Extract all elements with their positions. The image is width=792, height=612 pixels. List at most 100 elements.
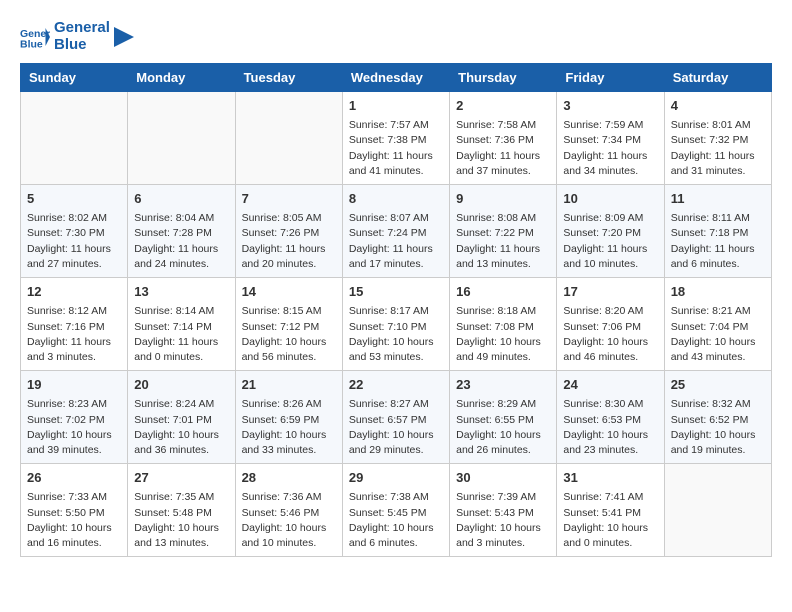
day-number: 16 <box>456 283 550 301</box>
day-number: 29 <box>349 469 443 487</box>
day-cell: 6 Sunrise: 8:04 AM Sunset: 7:28 PM Daylig… <box>128 185 235 278</box>
day-number: 15 <box>349 283 443 301</box>
day-number: 30 <box>456 469 550 487</box>
day-info: Sunrise: 7:39 AM Sunset: 5:43 PM Dayligh… <box>456 490 550 551</box>
day-info: Sunrise: 8:09 AM Sunset: 7:20 PM Dayligh… <box>563 211 657 272</box>
day-cell: 11 Sunrise: 8:11 AM Sunset: 7:18 PM Dayli… <box>664 185 771 278</box>
day-number: 23 <box>456 376 550 394</box>
weekday-thursday: Thursday <box>450 64 557 92</box>
day-number: 4 <box>671 97 765 115</box>
day-number: 10 <box>563 190 657 208</box>
logo-blue: Blue <box>54 37 110 54</box>
day-number: 22 <box>349 376 443 394</box>
day-cell: 17Sunrise: 8:20 AM Sunset: 7:06 PM Dayli… <box>557 278 664 371</box>
day-number: 5 <box>27 190 121 208</box>
day-cell: 20 Sunrise: 8:24 AM Sunset: 7:01 PM Dayli… <box>128 371 235 464</box>
day-cell: 12 Sunrise: 8:12 AM Sunset: 7:16 PM Dayli… <box>21 278 128 371</box>
svg-text:Blue: Blue <box>20 38 43 49</box>
week-row-1: 1 Sunrise: 7:57 AM Sunset: 7:38 PM Daylig… <box>21 92 772 185</box>
day-info: Sunrise: 7:57 AM Sunset: 7:38 PM Dayligh… <box>349 118 443 179</box>
calendar-table: SundayMondayTuesdayWednesdayThursdayFrid… <box>20 63 772 557</box>
day-number: 27 <box>134 469 228 487</box>
page-header: General Blue General Blue <box>20 20 772 53</box>
week-row-3: 12 Sunrise: 8:12 AM Sunset: 7:16 PM Dayli… <box>21 278 772 371</box>
day-cell: 27 Sunrise: 7:35 AM Sunset: 5:48 PM Dayli… <box>128 464 235 557</box>
day-info: Sunrise: 8:32 AM Sunset: 6:52 PM Dayligh… <box>671 397 765 458</box>
day-cell <box>664 464 771 557</box>
day-info: Sunrise: 8:24 AM Sunset: 7:01 PM Dayligh… <box>134 397 228 458</box>
day-cell: 13 Sunrise: 8:14 AM Sunset: 7:14 PM Dayli… <box>128 278 235 371</box>
day-info: Sunrise: 8:08 AM Sunset: 7:22 PM Dayligh… <box>456 211 550 272</box>
day-cell: 7 Sunrise: 8:05 AM Sunset: 7:26 PM Daylig… <box>235 185 342 278</box>
day-info: Sunrise: 7:33 AM Sunset: 5:50 PM Dayligh… <box>27 490 121 551</box>
day-cell: 28 Sunrise: 7:36 AM Sunset: 5:46 PM Dayli… <box>235 464 342 557</box>
day-info: Sunrise: 8:07 AM Sunset: 7:24 PM Dayligh… <box>349 211 443 272</box>
day-number: 19 <box>27 376 121 394</box>
logo-icon: General Blue <box>20 25 50 49</box>
day-cell: 4Sunrise: 8:01 AM Sunset: 7:32 PM Daylig… <box>664 92 771 185</box>
day-number: 31 <box>563 469 657 487</box>
day-number: 20 <box>134 376 228 394</box>
weekday-sunday: Sunday <box>21 64 128 92</box>
day-number: 17 <box>563 283 657 301</box>
day-cell: 2Sunrise: 7:58 AM Sunset: 7:36 PM Daylig… <box>450 92 557 185</box>
day-cell: 8 Sunrise: 8:07 AM Sunset: 7:24 PM Daylig… <box>342 185 449 278</box>
day-info: Sunrise: 8:02 AM Sunset: 7:30 PM Dayligh… <box>27 211 121 272</box>
day-cell: 9 Sunrise: 8:08 AM Sunset: 7:22 PM Daylig… <box>450 185 557 278</box>
day-cell: 5 Sunrise: 8:02 AM Sunset: 7:30 PM Daylig… <box>21 185 128 278</box>
weekday-friday: Friday <box>557 64 664 92</box>
day-info: Sunrise: 7:35 AM Sunset: 5:48 PM Dayligh… <box>134 490 228 551</box>
week-row-4: 19 Sunrise: 8:23 AM Sunset: 7:02 PM Dayli… <box>21 371 772 464</box>
day-cell <box>235 92 342 185</box>
day-cell: 16Sunrise: 8:18 AM Sunset: 7:08 PM Dayli… <box>450 278 557 371</box>
calendar-body: 1 Sunrise: 7:57 AM Sunset: 7:38 PM Daylig… <box>21 92 772 557</box>
day-cell: 23Sunrise: 8:29 AM Sunset: 6:55 PM Dayli… <box>450 371 557 464</box>
day-number: 8 <box>349 190 443 208</box>
day-info: Sunrise: 8:23 AM Sunset: 7:02 PM Dayligh… <box>27 397 121 458</box>
day-cell: 19 Sunrise: 8:23 AM Sunset: 7:02 PM Dayli… <box>21 371 128 464</box>
day-number: 9 <box>456 190 550 208</box>
weekday-header-row: SundayMondayTuesdayWednesdayThursdayFrid… <box>21 64 772 92</box>
day-info: Sunrise: 8:11 AM Sunset: 7:18 PM Dayligh… <box>671 211 765 272</box>
day-number: 28 <box>242 469 336 487</box>
day-info: Sunrise: 8:12 AM Sunset: 7:16 PM Dayligh… <box>27 304 121 365</box>
day-info: Sunrise: 8:14 AM Sunset: 7:14 PM Dayligh… <box>134 304 228 365</box>
day-info: Sunrise: 8:05 AM Sunset: 7:26 PM Dayligh… <box>242 211 336 272</box>
weekday-saturday: Saturday <box>664 64 771 92</box>
weekday-wednesday: Wednesday <box>342 64 449 92</box>
day-number: 14 <box>242 283 336 301</box>
day-number: 11 <box>671 190 765 208</box>
day-info: Sunrise: 7:36 AM Sunset: 5:46 PM Dayligh… <box>242 490 336 551</box>
day-cell: 15 Sunrise: 8:17 AM Sunset: 7:10 PM Dayli… <box>342 278 449 371</box>
day-number: 1 <box>349 97 443 115</box>
day-info: Sunrise: 7:58 AM Sunset: 7:36 PM Dayligh… <box>456 118 550 179</box>
day-cell: 30 Sunrise: 7:39 AM Sunset: 5:43 PM Dayli… <box>450 464 557 557</box>
day-number: 7 <box>242 190 336 208</box>
week-row-5: 26Sunrise: 7:33 AM Sunset: 5:50 PM Dayli… <box>21 464 772 557</box>
day-info: Sunrise: 8:30 AM Sunset: 6:53 PM Dayligh… <box>563 397 657 458</box>
day-cell: 29 Sunrise: 7:38 AM Sunset: 5:45 PM Dayli… <box>342 464 449 557</box>
day-cell <box>128 92 235 185</box>
day-number: 21 <box>242 376 336 394</box>
day-cell: 22 Sunrise: 8:27 AM Sunset: 6:57 PM Dayli… <box>342 371 449 464</box>
day-cell: 21Sunrise: 8:26 AM Sunset: 6:59 PM Dayli… <box>235 371 342 464</box>
day-info: Sunrise: 8:17 AM Sunset: 7:10 PM Dayligh… <box>349 304 443 365</box>
day-number: 6 <box>134 190 228 208</box>
day-info: Sunrise: 8:27 AM Sunset: 6:57 PM Dayligh… <box>349 397 443 458</box>
day-info: Sunrise: 8:15 AM Sunset: 7:12 PM Dayligh… <box>242 304 336 365</box>
day-cell: 24Sunrise: 8:30 AM Sunset: 6:53 PM Dayli… <box>557 371 664 464</box>
day-info: Sunrise: 8:21 AM Sunset: 7:04 PM Dayligh… <box>671 304 765 365</box>
day-cell: 25 Sunrise: 8:32 AM Sunset: 6:52 PM Dayli… <box>664 371 771 464</box>
day-number: 3 <box>563 97 657 115</box>
day-number: 13 <box>134 283 228 301</box>
day-number: 12 <box>27 283 121 301</box>
day-cell <box>21 92 128 185</box>
day-info: Sunrise: 7:38 AM Sunset: 5:45 PM Dayligh… <box>349 490 443 551</box>
logo-arrow-icon <box>114 21 134 53</box>
day-cell: 1 Sunrise: 7:57 AM Sunset: 7:38 PM Daylig… <box>342 92 449 185</box>
week-row-2: 5 Sunrise: 8:02 AM Sunset: 7:30 PM Daylig… <box>21 185 772 278</box>
day-info: Sunrise: 8:04 AM Sunset: 7:28 PM Dayligh… <box>134 211 228 272</box>
logo-general: General <box>54 20 110 37</box>
day-cell: 18Sunrise: 8:21 AM Sunset: 7:04 PM Dayli… <box>664 278 771 371</box>
day-number: 25 <box>671 376 765 394</box>
